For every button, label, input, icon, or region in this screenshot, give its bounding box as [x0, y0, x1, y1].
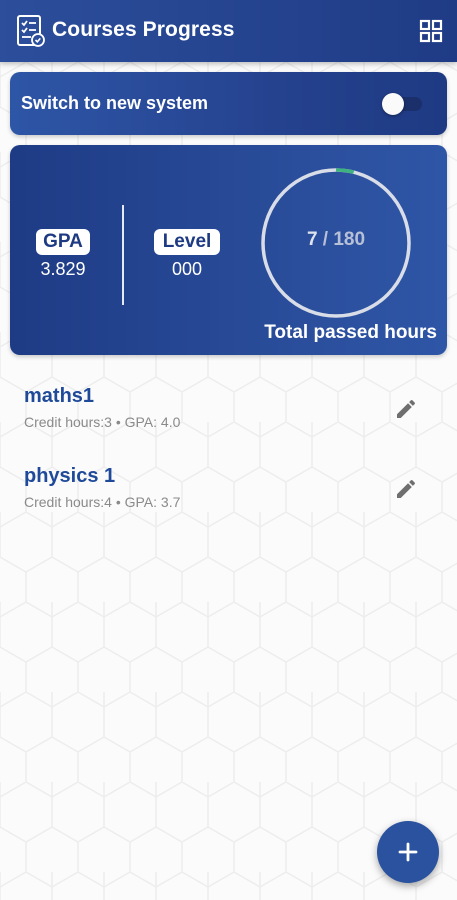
total-hours-value: 180: [333, 229, 366, 250]
toggle-knob: [382, 93, 404, 115]
course-item[interactable]: physics 1 Credit hours:4 • GPA: 3.7: [0, 457, 457, 523]
edit-pencil-icon[interactable]: [394, 477, 418, 501]
app-title: Courses Progress: [52, 18, 235, 41]
edit-pencil-icon[interactable]: [394, 397, 418, 421]
add-course-button[interactable]: [377, 821, 439, 883]
plus-icon: [398, 842, 418, 862]
checklist-document-icon: [17, 15, 45, 47]
app-bar: Courses Progress: [0, 0, 457, 62]
level-value: 000: [171, 259, 203, 279]
total-passed-hours-caption: Total passed hours: [264, 322, 437, 343]
passed-hours-value: 7: [306, 229, 318, 250]
switch-label: Switch to new system: [21, 93, 209, 113]
gpa-label: GPA: [36, 229, 90, 255]
stats-divider: [122, 205, 124, 305]
new-system-toggle[interactable]: [382, 92, 424, 116]
hours-separator: /: [317, 229, 334, 250]
level-label: Level: [154, 229, 220, 255]
course-details: Credit hours:3 • GPA: 4.0: [24, 414, 181, 430]
course-name: maths1: [24, 385, 95, 407]
system-switch-card: Switch to new system: [10, 72, 447, 135]
grid-view-icon[interactable]: [419, 19, 443, 43]
course-name: physics 1: [24, 465, 116, 487]
gpa-value: 3.829: [40, 259, 86, 279]
course-details: Credit hours:4 • GPA: 3.7: [24, 494, 181, 510]
course-item[interactable]: maths1 Credit hours:3 • GPA: 4.0: [0, 377, 457, 443]
passed-hours-readout: 7 / 180: [260, 229, 412, 251]
stats-card: GPA 3.829 Level 000 7 / 180 Total passed…: [10, 145, 447, 355]
